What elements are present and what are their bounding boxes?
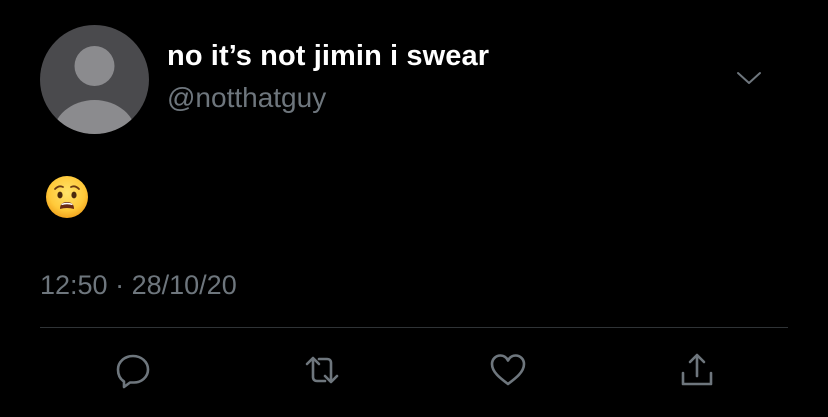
- default-avatar-person-icon: [52, 46, 137, 134]
- like-button[interactable]: [488, 350, 528, 390]
- share-icon: [681, 353, 713, 386]
- avatar[interactable]: [40, 25, 149, 134]
- retweet-icon: [305, 356, 339, 384]
- anguished-face-emoji: [46, 176, 88, 218]
- share-button[interactable]: [677, 350, 717, 390]
- reply-icon: [116, 354, 150, 389]
- heart-icon: [490, 354, 526, 386]
- tweet-timestamp[interactable]: 12:50 · 28/10/20: [40, 270, 237, 301]
- retweet-button[interactable]: [302, 350, 342, 390]
- tweet-text: 😧: [40, 170, 94, 224]
- author-display-name[interactable]: no it’s not jimin i swear: [167, 40, 489, 73]
- tweet-detail: no it’s not jimin i swear @notthatguy 12…: [0, 0, 828, 417]
- tweet-time: 12:50: [40, 270, 108, 300]
- tweet-date: 28/10/20: [131, 270, 237, 300]
- timestamp-separator: ·: [115, 270, 125, 300]
- divider: [40, 327, 788, 328]
- more-options-button[interactable]: [734, 64, 764, 92]
- chevron-down-icon: [737, 72, 761, 84]
- author-handle[interactable]: @notthatguy: [167, 82, 326, 114]
- reply-button[interactable]: [113, 350, 153, 390]
